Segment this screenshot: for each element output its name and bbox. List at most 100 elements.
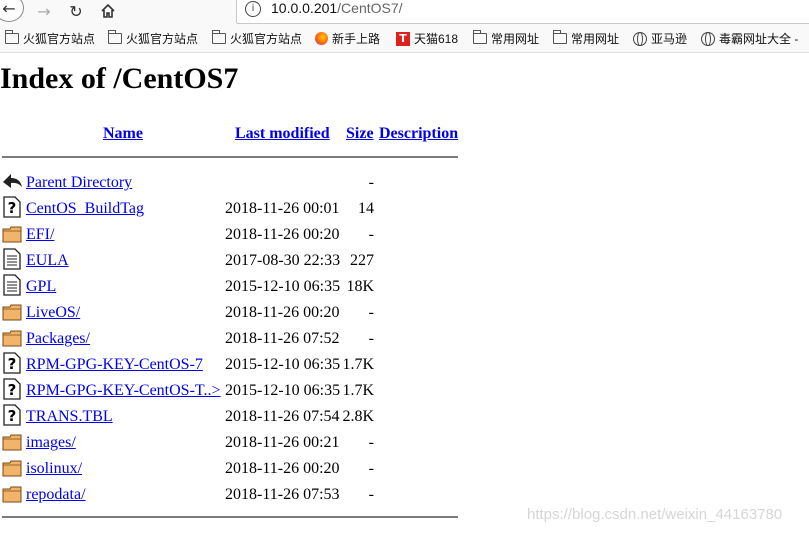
- info-icon[interactable]: i: [245, 1, 261, 17]
- reload-button[interactable]: ↻: [64, 0, 88, 22]
- folder-icon[interactable]: [2, 300, 22, 322]
- folder-icon: [553, 30, 567, 44]
- file-link[interactable]: repodata/: [26, 486, 86, 504]
- address-bar[interactable]: i 10.0.0.201/CentOS7/: [236, 0, 809, 24]
- back-icon[interactable]: [2, 170, 22, 192]
- svg-text:?: ?: [8, 199, 17, 217]
- unknown-file-icon[interactable]: ?: [2, 378, 22, 400]
- last-modified-cell: 2015-12-10 06:35: [225, 356, 341, 373]
- arrow-right-icon: →: [37, 1, 51, 21]
- bookmark-label: 火狐官方站点: [126, 32, 199, 46]
- reload-icon: ↻: [69, 1, 83, 21]
- file-link[interactable]: RPM-GPG-KEY-CentOS-7: [26, 356, 203, 374]
- forward-button[interactable]: →: [32, 0, 56, 22]
- size-cell: -: [368, 304, 374, 321]
- bookmark-label: 常用网址: [491, 32, 540, 46]
- globe-icon: [633, 31, 647, 46]
- folder-icon: [5, 30, 19, 44]
- size-cell: -: [368, 486, 374, 503]
- divider: [2, 516, 458, 518]
- home-icon: [101, 3, 115, 18]
- table-row: ? TRANS.TBL 2018-11-26 07:54 2.8K: [0, 404, 460, 430]
- sort-name-link[interactable]: Name: [103, 125, 143, 143]
- file-link[interactable]: GPL: [26, 278, 56, 296]
- size-cell: -: [368, 460, 374, 477]
- file-link[interactable]: Packages/: [26, 330, 90, 348]
- bookmark-item[interactable]: 火狐官方站点: [5, 30, 95, 47]
- home-button[interactable]: [96, 0, 120, 22]
- file-link[interactable]: EULA: [26, 252, 69, 270]
- bookmark-item[interactable]: 毒霸网址大全 -: [701, 30, 798, 47]
- browser-toolbar: ← → ↻ i 10.0.0.201/CentOS7/: [0, 0, 809, 26]
- bookmark-label: 火狐官方站点: [23, 32, 96, 46]
- text-file-icon[interactable]: [2, 274, 22, 296]
- bookmarks-bar: 火狐官方站点 火狐官方站点 火狐官方站点 新手上路 T 天猫618 常用网址 常用…: [0, 26, 809, 53]
- bookmark-item[interactable]: 常用网址: [473, 30, 539, 47]
- url-path: /CentOS7/: [337, 0, 403, 16]
- file-link[interactable]: TRANS.TBL: [26, 408, 113, 426]
- file-link[interactable]: isolinux/: [26, 460, 82, 478]
- back-button[interactable]: ←: [0, 0, 24, 22]
- sort-description-link[interactable]: Description: [379, 125, 458, 143]
- table-row: GPL 2015-12-10 06:35 18K: [0, 274, 460, 300]
- unknown-file-icon[interactable]: ?: [2, 404, 22, 426]
- file-link[interactable]: Parent Directory: [26, 174, 132, 192]
- table-row: repodata/2018-11-26 07:53 -: [0, 482, 460, 508]
- table-row: ? CentOS_BuildTag 2018-11-26 00:01 14: [0, 196, 460, 222]
- last-modified-cell: 2018-11-26 00:20: [225, 304, 340, 321]
- page-title: Index of /CentOS7: [0, 62, 239, 95]
- bookmark-item[interactable]: 火狐官方站点: [108, 30, 198, 47]
- last-modified-cell: 2018-11-26 00:20: [225, 460, 340, 477]
- bookmark-item[interactable]: 新手上路: [315, 30, 380, 47]
- arrow-left-icon: ←: [2, 0, 16, 18]
- size-cell: 18K: [346, 278, 374, 295]
- folder-icon[interactable]: [2, 482, 22, 504]
- file-link[interactable]: RPM-GPG-KEY-CentOS-T..>: [26, 382, 221, 400]
- last-modified-cell: 2018-11-26 00:20: [225, 226, 340, 243]
- size-cell: -: [368, 434, 374, 451]
- bookmark-label: 火狐官方站点: [230, 32, 303, 46]
- size-cell: 1.7K: [342, 356, 374, 373]
- folder-icon[interactable]: [2, 430, 22, 452]
- bookmark-item[interactable]: 常用网址: [553, 30, 619, 47]
- last-modified-cell: 2018-11-26 00:01: [225, 200, 340, 217]
- file-link[interactable]: CentOS_BuildTag: [26, 200, 144, 218]
- table-row: ? RPM-GPG-KEY-CentOS-7 2015-12-10 06:35 1.7…: [0, 352, 460, 378]
- last-modified-cell: 2018-11-26 07:54: [225, 408, 340, 425]
- last-modified-cell: 2017-08-30 22:33: [225, 252, 341, 269]
- url-host: 10.0.0.201: [271, 0, 338, 16]
- table-row: images/2018-11-26 00:21 -: [0, 430, 460, 456]
- bookmark-item[interactable]: 火狐官方站点: [212, 30, 302, 47]
- sort-size-link[interactable]: Size: [346, 125, 374, 143]
- unknown-file-icon[interactable]: ?: [2, 196, 22, 218]
- sort-last-modified-link[interactable]: Last modified: [235, 125, 330, 143]
- folder-icon[interactable]: [2, 456, 22, 478]
- file-link[interactable]: LiveOS/: [26, 304, 80, 322]
- table-row: EFI/2018-11-26 00:20 -: [0, 222, 460, 248]
- folder-icon[interactable]: [2, 326, 22, 348]
- last-modified-cell: 2018-11-26 00:21: [225, 434, 340, 451]
- text-file-icon[interactable]: [2, 248, 22, 270]
- tmall-icon: T: [396, 31, 410, 46]
- file-link[interactable]: images/: [26, 434, 76, 452]
- folder-icon[interactable]: [2, 222, 22, 244]
- unknown-file-icon[interactable]: ?: [2, 352, 22, 374]
- size-cell: 227: [350, 252, 374, 269]
- last-modified-cell: 2018-11-26 07:53: [225, 486, 340, 503]
- bookmark-item[interactable]: T 天猫618: [396, 30, 458, 47]
- svg-text:?: ?: [8, 381, 17, 399]
- bookmark-label: 新手上路: [332, 32, 381, 46]
- watermark: https://blog.csdn.net/weixin_44163780: [527, 506, 783, 523]
- bookmark-item[interactable]: 亚马逊: [633, 30, 687, 47]
- folder-icon: [212, 30, 226, 44]
- table-row: LiveOS/2018-11-26 00:20 -: [0, 300, 460, 326]
- size-cell: 2.8K: [342, 408, 374, 425]
- last-modified-cell: 2015-12-10 06:35: [225, 382, 341, 399]
- bookmark-label: 常用网址: [571, 32, 620, 46]
- file-link[interactable]: EFI/: [26, 226, 54, 244]
- globe-icon: [701, 31, 715, 46]
- table-row: ? RPM-GPG-KEY-CentOS-T..> 2015-12-10 06:35…: [0, 378, 460, 404]
- table-row: isolinux/2018-11-26 00:20 -: [0, 456, 460, 482]
- last-modified-cell: 2018-11-26 07:52: [225, 330, 340, 347]
- divider: [2, 156, 458, 158]
